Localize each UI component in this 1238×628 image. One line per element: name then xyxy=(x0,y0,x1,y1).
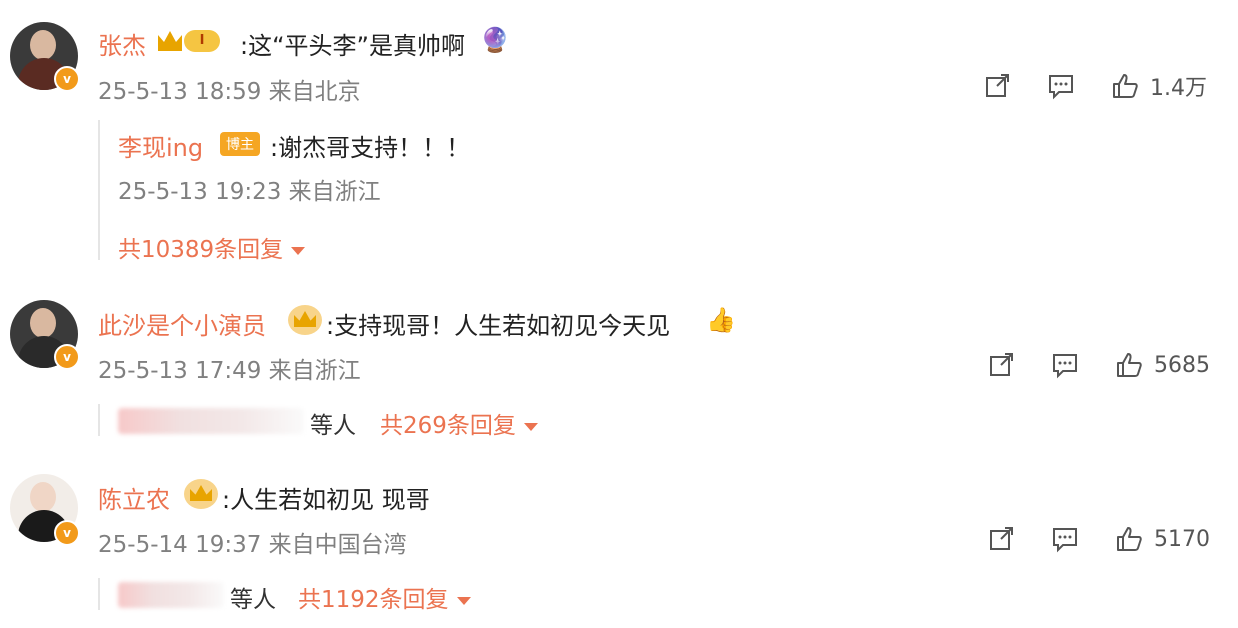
verified-icon: v xyxy=(54,66,80,92)
reply-section: 等人 共1192条回复 xyxy=(98,578,800,613)
share-icon[interactable] xyxy=(980,71,1014,101)
like-count: 1.4万 xyxy=(1150,76,1207,101)
vip-crown-icon: I xyxy=(158,30,220,52)
replier-suffix: 等人 xyxy=(230,587,276,613)
vip-crown-icon xyxy=(184,479,218,509)
comment-meta: 25-5-13 18:59 来自北京 xyxy=(98,79,361,105)
emoji-icon: 🔮 xyxy=(480,26,510,54)
like-icon[interactable] xyxy=(1112,524,1146,554)
comment-text: :支持现哥！人生若如初见今天见 xyxy=(326,312,671,340)
like-count: 5685 xyxy=(1154,352,1210,378)
comment-actions: 1.4万 xyxy=(980,70,1207,102)
comment-icon[interactable] xyxy=(1048,350,1082,380)
comment-author[interactable]: 张杰 xyxy=(98,26,146,61)
view-replies-link[interactable]: 共1192条回复 xyxy=(298,580,471,614)
comment-meta: 25-5-13 17:49 来自浙江 xyxy=(98,358,361,384)
comment-meta: 25-5-14 19:37 来自中国台湾 xyxy=(98,532,407,558)
reply-author[interactable]: 李现ing xyxy=(118,128,203,163)
comment-text: :人生若如初见 现哥 xyxy=(222,486,430,514)
comment-author[interactable]: 陈立农 xyxy=(98,480,170,515)
replier-suffix: 等人 xyxy=(310,413,356,439)
blurred-usernames xyxy=(118,408,304,434)
chevron-down-icon xyxy=(456,596,471,605)
reply-meta: 25-5-13 19:23 来自浙江 xyxy=(118,179,381,205)
comment-icon[interactable] xyxy=(1044,71,1078,101)
like-count: 5170 xyxy=(1154,526,1210,552)
view-replies-link[interactable]: 共269条回复 xyxy=(380,406,538,440)
avatar-face xyxy=(30,30,56,60)
reply-section: 李现ing 博主 :谢杰哥支持！！！ 25-5-13 19:23 来自浙江 共1… xyxy=(98,120,1000,263)
reply-section: 等人 共269条回复 xyxy=(98,404,800,439)
vip-level-badge: I xyxy=(184,30,220,52)
vip-crown-icon xyxy=(288,305,322,335)
like-icon[interactable] xyxy=(1112,350,1146,380)
chevron-down-icon xyxy=(523,422,538,431)
avatar-face xyxy=(30,308,56,338)
emoji-icon: 👍 xyxy=(706,306,736,334)
comment-actions: 5170 xyxy=(984,524,1210,554)
share-icon[interactable] xyxy=(984,524,1018,554)
reply-text: :谢杰哥支持！！！ xyxy=(270,134,471,162)
comment-text: :这“平头李”是真帅啊 xyxy=(240,32,465,60)
blurred-usernames xyxy=(118,582,224,608)
like-icon[interactable] xyxy=(1108,71,1142,101)
avatar-face xyxy=(30,482,56,512)
author-badge: 博主 xyxy=(220,132,260,156)
verified-icon: v xyxy=(54,344,80,370)
view-replies-link[interactable]: 共10389条回复 xyxy=(118,230,306,264)
comment-author[interactable]: 此沙是个小演员 xyxy=(98,306,266,341)
share-icon[interactable] xyxy=(984,350,1018,380)
comment-actions: 5685 xyxy=(984,350,1210,380)
chevron-down-icon xyxy=(291,246,306,255)
verified-icon: v xyxy=(54,520,80,546)
comment-icon[interactable] xyxy=(1048,524,1082,554)
